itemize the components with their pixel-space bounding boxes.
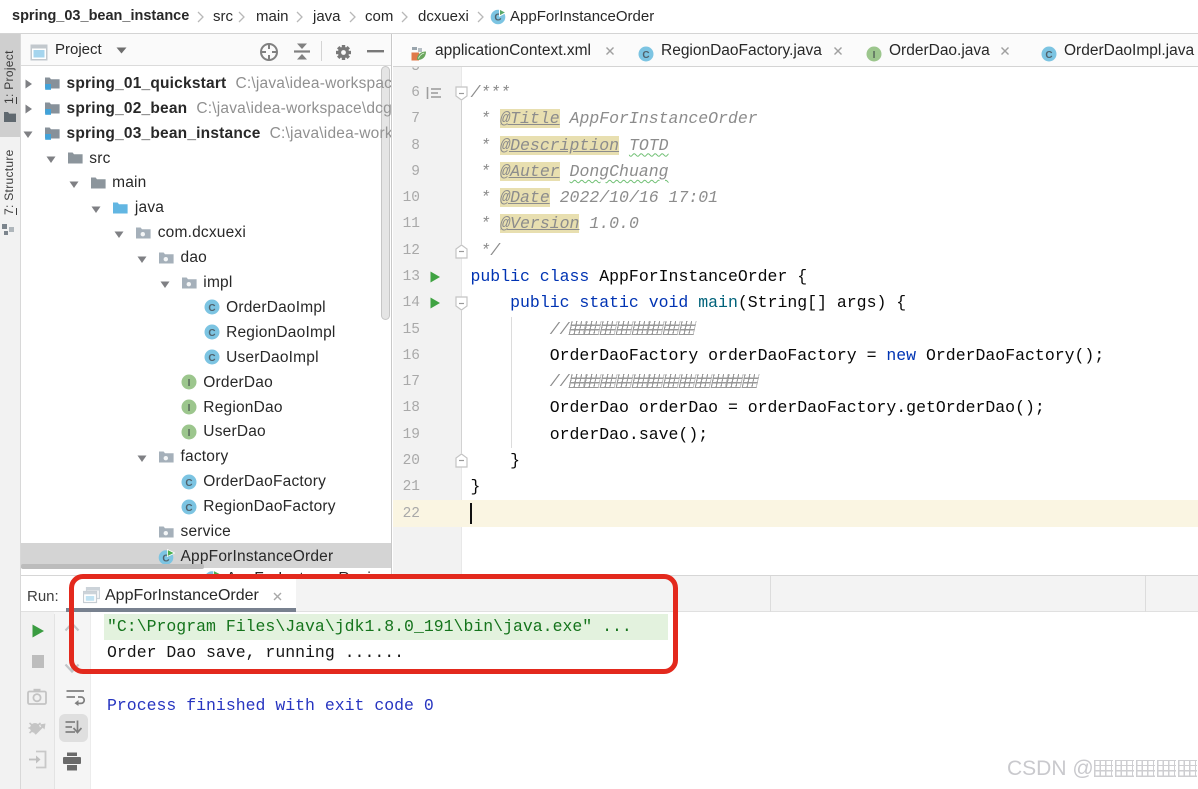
- svg-text:C: C: [208, 353, 215, 364]
- svg-text:C: C: [185, 502, 192, 513]
- svg-text:I: I: [187, 403, 190, 414]
- svg-text:C: C: [185, 478, 192, 489]
- svg-text:I: I: [187, 378, 190, 389]
- svg-text:C: C: [1045, 50, 1052, 61]
- svg-text:C: C: [208, 303, 215, 314]
- svg-text:C: C: [642, 50, 649, 61]
- svg-text:C: C: [208, 328, 215, 339]
- svg-text:I: I: [873, 50, 876, 61]
- svg-text:I: I: [187, 428, 190, 439]
